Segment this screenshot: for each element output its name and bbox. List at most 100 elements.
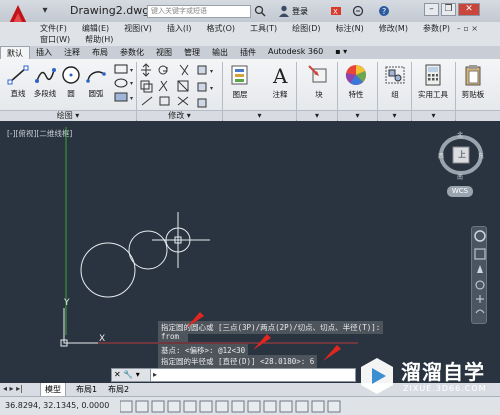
menu-window-controls[interactable]: – ▫ ×: [457, 24, 478, 33]
tab-layout[interactable]: 布局: [86, 46, 114, 59]
arc-tool[interactable]: 圆弧: [85, 64, 107, 99]
command-line-tools[interactable]: ✕ 🔧 ▾: [111, 368, 151, 382]
svg-text:▾: ▾: [130, 80, 133, 87]
menu-parametric[interactable]: 参数(P): [423, 23, 450, 34]
layers-label: 图层: [232, 90, 248, 99]
arc-label: 圆弧: [88, 89, 104, 98]
modify-panel-label: 修改: [168, 111, 185, 120]
properties-label: 特性: [348, 90, 364, 99]
menu-tools[interactable]: 工具(T): [250, 23, 277, 34]
document-title: Drawing2.dwg: [70, 4, 150, 17]
connect-icon[interactable]: [352, 5, 364, 17]
menu-modify[interactable]: 修改(M): [379, 23, 408, 34]
svg-text:X: X: [333, 8, 338, 16]
wcs-button[interactable]: WCS: [447, 186, 473, 197]
group-tool[interactable]: 组: [382, 63, 408, 100]
menu-file[interactable]: 文件(F): [40, 23, 67, 34]
compass-west[interactable]: 西: [438, 151, 444, 160]
search-icon[interactable]: [254, 5, 266, 17]
line-label: 直线: [10, 89, 26, 98]
search-input[interactable]: 键入关键字或短语: [147, 5, 251, 18]
exchange-icon[interactable]: X: [330, 5, 342, 17]
watermark-logo-icon: [361, 358, 393, 394]
coordinates-readout[interactable]: 36.8294, 32.1345, 0.0000: [5, 401, 109, 410]
layers-annot-panel-title[interactable]: ▾: [223, 110, 296, 121]
status-toggles-icon[interactable]: [120, 400, 360, 413]
menu-dimension[interactable]: 标注(N): [336, 23, 364, 34]
tab-output[interactable]: 输出: [206, 46, 234, 59]
command-history-line: from: [158, 331, 188, 342]
tab-insert[interactable]: 插入: [30, 46, 58, 59]
circle-medium: [128, 230, 168, 270]
modify-panel-title[interactable]: 修改 ▾: [137, 110, 222, 121]
annotation-tool[interactable]: A 注释: [266, 63, 294, 100]
properties-panel-title[interactable]: ▾: [338, 110, 377, 121]
navigation-bar: [471, 226, 487, 324]
tab-plugins[interactable]: 插件: [234, 46, 262, 59]
command-history-line: 指定圆的圆心或 [三点(3P)/两点(2P)/切点、切点、半径(T)]:: [158, 321, 384, 334]
nav-tools-icon[interactable]: [472, 227, 488, 325]
line-tool[interactable]: 直线: [6, 64, 30, 99]
properties-tool[interactable]: 特性: [342, 63, 370, 100]
clipboard-panel-title[interactable]: [456, 110, 500, 121]
modify-tools-icon[interactable]: ▾ ▾: [140, 63, 220, 109]
compass-east[interactable]: 东: [478, 151, 484, 160]
user-icon[interactable]: [279, 5, 289, 17]
compass-north[interactable]: 北: [457, 130, 463, 139]
viewcube[interactable]: 上 北 南 西 东: [436, 130, 486, 184]
utilities-tool[interactable]: 实用工具: [413, 63, 453, 100]
tab-layout2[interactable]: 布局2: [104, 383, 133, 396]
block-insert-icon: [308, 65, 327, 83]
tab-more[interactable]: ▪ ▾: [329, 46, 353, 59]
annotation-label: 注释: [272, 90, 288, 99]
viewcube-top-label[interactable]: 上: [458, 149, 466, 160]
login-label[interactable]: 登录: [292, 6, 308, 17]
circle-tool[interactable]: 圆: [60, 64, 82, 99]
drawing-geometry: [60, 127, 358, 347]
menu-window[interactable]: 窗口(W): [40, 34, 70, 45]
circle-label: 圆: [67, 89, 75, 98]
calculator-icon: [425, 64, 441, 86]
menu-insert[interactable]: 插入(I): [167, 23, 192, 34]
menu-draw[interactable]: 绘图(D): [292, 23, 320, 34]
clipboard-icon: [465, 65, 481, 86]
tab-layout1[interactable]: 布局1: [72, 383, 101, 396]
ribbon-tab-bar: 默认 插入 注释 布局 参数化 视图 管理 输出 插件 Autodesk 360…: [0, 46, 500, 59]
close-button[interactable]: ✕: [458, 3, 480, 16]
restore-button[interactable]: ❐: [441, 3, 456, 16]
tab-view[interactable]: 视图: [150, 46, 178, 59]
compass-south[interactable]: 南: [457, 172, 463, 181]
minimize-button[interactable]: –: [424, 3, 439, 16]
tab-default[interactable]: 默认: [0, 46, 30, 59]
tab-parametric[interactable]: 参数化: [114, 46, 150, 59]
menu-edit[interactable]: 编辑(E): [82, 23, 109, 34]
menu-row-2: 窗口(W) 帮助(H): [40, 34, 113, 45]
menu-bar: 文件(F) 编辑(E) 视图(V) 插入(I) 格式(O) 工具(T) 绘图(D…: [0, 22, 500, 46]
layers-icon: [231, 65, 248, 85]
menu-help[interactable]: 帮助(H): [85, 34, 113, 45]
group-panel-title[interactable]: ▾: [378, 110, 411, 121]
watermark-name: 溜溜自学: [401, 360, 485, 384]
command-history-line: 指定圆的半径或 [直径(D)] <28.0180>: 6: [158, 355, 318, 368]
tab-model[interactable]: 模型: [40, 383, 66, 397]
tab-manage[interactable]: 管理: [178, 46, 206, 59]
draw-small-tools-icon[interactable]: ▾ ▾ ▾: [112, 63, 136, 109]
svg-text:▾: ▾: [130, 67, 133, 74]
tab-nav-arrows-icon[interactable]: ◂ ▸ ▸|: [3, 384, 23, 393]
svg-text:▾: ▾: [210, 85, 213, 92]
command-input[interactable]: ▸: [150, 368, 356, 382]
ucs-x-label: X: [99, 334, 106, 344]
utilities-panel-title[interactable]: ▾: [412, 110, 455, 121]
clipboard-tool[interactable]: 剪贴板: [458, 63, 488, 100]
menu-format[interactable]: 格式(O): [206, 23, 235, 34]
tab-autodesk-360[interactable]: Autodesk 360: [262, 46, 329, 59]
tab-annotate[interactable]: 注释: [58, 46, 86, 59]
help-icon[interactable]: ?: [378, 5, 390, 17]
block-tool[interactable]: 块: [305, 63, 333, 100]
quick-access-toolbar-icon[interactable]: ▾: [38, 4, 52, 18]
layers-tool[interactable]: 图层: [226, 63, 254, 100]
block-panel-title[interactable]: ▾: [297, 110, 337, 121]
draw-panel-title[interactable]: 绘图 ▾: [0, 110, 136, 121]
polyline-tool[interactable]: 多段线: [31, 64, 59, 99]
menu-view[interactable]: 视图(V): [124, 23, 152, 34]
